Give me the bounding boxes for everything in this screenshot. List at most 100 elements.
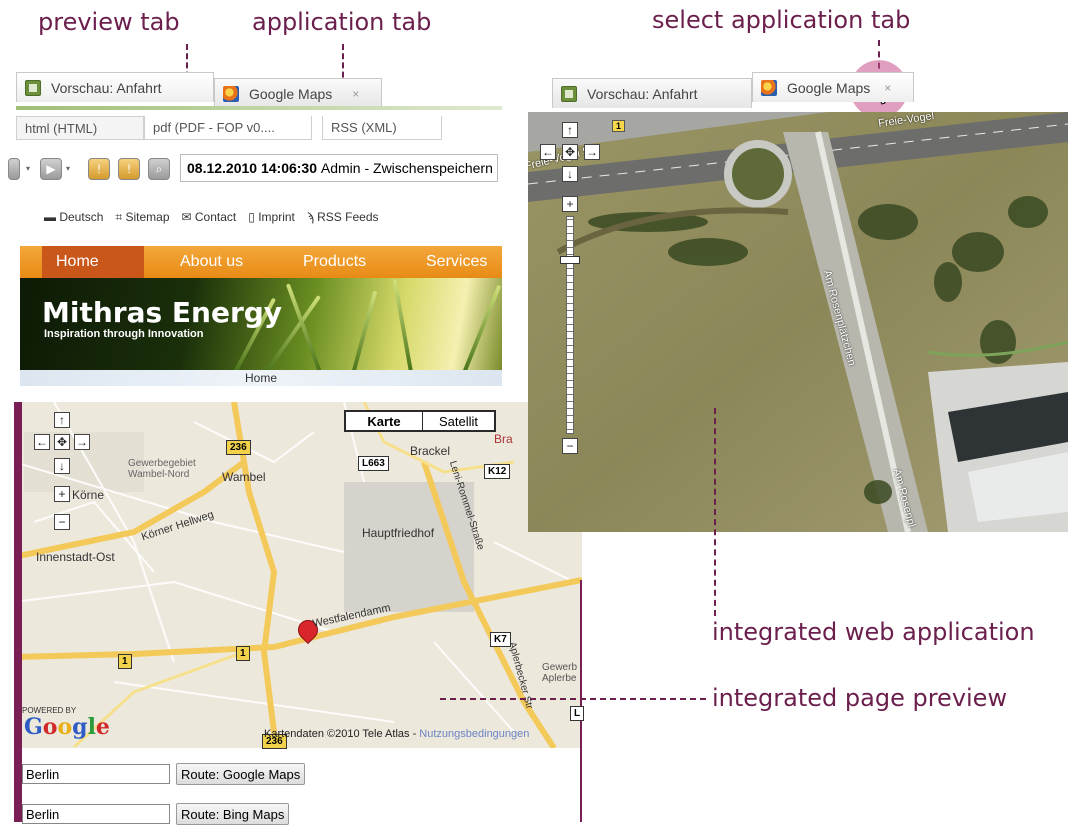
- imprint-icon: ▯: [248, 210, 259, 224]
- nav-contact[interactable]: ✉ Contact: [182, 210, 237, 225]
- map-label: Körne: [72, 488, 105, 502]
- menu-about-us[interactable]: About us: [180, 246, 243, 278]
- close-icon[interactable]: ×: [884, 81, 891, 95]
- dropdown-arrow-icon[interactable]: ▾: [26, 164, 30, 173]
- annotation-application-tab: application tab: [252, 8, 432, 36]
- route-shield: 1: [612, 120, 626, 132]
- tab-google-maps[interactable]: Google Maps ×: [214, 78, 382, 108]
- nav-rss[interactable]: ϡ RSS Feeds: [307, 210, 379, 225]
- tab-label: Vorschau: Anfahrt: [51, 79, 162, 96]
- pan-down-icon[interactable]: ↓: [54, 458, 70, 474]
- route-shield: 1: [236, 646, 250, 661]
- satellite-map[interactable]: 1 Freie-Vogel Am Rosenplätzchen Am Rosen…: [528, 112, 1068, 532]
- route-shield: K12: [484, 464, 511, 479]
- map-type-karte[interactable]: Karte: [344, 410, 424, 432]
- map-label: Gewerbegebiet Wambel-Nord: [128, 458, 196, 480]
- rss-icon: ϡ: [306, 210, 318, 224]
- zoom-slider-handle[interactable]: [560, 256, 580, 264]
- pointer-line-page-preview: [440, 698, 706, 700]
- tab-label: Google Maps: [249, 85, 333, 102]
- map-label: Bra: [494, 432, 513, 446]
- map-label: Brackel: [410, 444, 451, 458]
- pan-down-icon[interactable]: ↓: [562, 166, 578, 182]
- pan-left-icon[interactable]: ←: [34, 434, 50, 450]
- zoom-out-icon[interactable]: −: [562, 438, 578, 454]
- tab-underline: [16, 106, 502, 110]
- preview-frame-right: [580, 580, 582, 822]
- format-tab-pdf[interactable]: pdf (PDF - FOP v0....: [144, 116, 312, 140]
- status-text: Admin - Zwischenspeichern: [320, 160, 493, 176]
- status-field: 08.12.2010 14:06:30 Admin - Zwischenspei…: [180, 154, 498, 182]
- pan-right-icon[interactable]: →: [584, 144, 600, 160]
- route-google-maps-button[interactable]: Route: Google Maps: [176, 763, 306, 785]
- menu-home[interactable]: Home: [42, 246, 144, 278]
- breadcrumb: Home: [20, 370, 502, 386]
- satellite-imagery: [528, 112, 1068, 532]
- map-label: Innenstadt-Ost: [36, 550, 115, 564]
- map-label: Gewerb Aplerbe: [542, 662, 578, 684]
- annotation-integrated-page-preview: integrated page preview: [712, 684, 1008, 712]
- brand-title: Mithras Energy: [42, 296, 283, 329]
- search-icon[interactable]: ⌕: [148, 158, 170, 180]
- warning-doc-icon[interactable]: !: [118, 158, 140, 180]
- nav-deutsch[interactable]: ▬ Deutsch: [44, 210, 103, 225]
- map-roads: [14, 402, 582, 748]
- application-tab-bar: Vorschau: Anfahrt Google Maps ×: [552, 70, 1062, 110]
- nav-imprint[interactable]: ▯ Imprint: [248, 210, 295, 225]
- document-icon: [561, 85, 577, 102]
- preview-map[interactable]: [14, 402, 582, 748]
- status-datetime: 08.12.2010 14:06:30: [187, 160, 317, 176]
- pointer-line-web-application: [714, 408, 716, 616]
- toolbar-button[interactable]: [8, 158, 20, 180]
- flag-icon: ▬: [44, 210, 60, 224]
- pan-left-icon[interactable]: ←: [540, 144, 556, 160]
- terms-link[interactable]: Nutzungsbedingungen: [419, 728, 529, 740]
- close-icon[interactable]: ×: [352, 87, 359, 101]
- mail-icon: ✉: [181, 210, 195, 224]
- menu-products[interactable]: Products: [303, 246, 366, 278]
- zoom-out-icon[interactable]: −: [54, 514, 70, 530]
- annotation-integrated-web-application: integrated web application: [712, 618, 1035, 646]
- firefox-icon: [761, 79, 777, 96]
- route-shield: L: [570, 706, 585, 721]
- firefox-icon: [223, 85, 239, 102]
- preview-frame-left: [14, 402, 22, 822]
- route-origin-field-google[interactable]: [22, 764, 170, 784]
- nav-sitemap[interactable]: ⌗ Sitemap: [115, 210, 169, 225]
- annotation-preview-tab: preview tab: [38, 8, 180, 36]
- route-origin-field-bing[interactable]: [22, 804, 170, 824]
- annotation-select-application-tab: select application tab: [652, 6, 911, 34]
- zoom-slider-track[interactable]: [566, 216, 574, 434]
- map-label: Wambel: [222, 470, 266, 484]
- tab-google-maps[interactable]: Google Maps ×: [752, 72, 914, 102]
- dropdown-arrow-icon[interactable]: ▾: [66, 164, 70, 173]
- pan-right-icon[interactable]: →: [74, 434, 90, 450]
- main-menu: Home About us Products Services: [20, 246, 502, 278]
- map-copyright: Kartendaten ©2010 Tele Atlas - Nutzungsb…: [264, 728, 530, 740]
- pan-center-icon[interactable]: ✥: [54, 434, 70, 450]
- route-shield: 236: [226, 440, 251, 455]
- menu-services[interactable]: Services: [426, 246, 487, 278]
- format-tab-html[interactable]: html (HTML): [16, 116, 144, 140]
- preview-tab-bar: Vorschau: Anfahrt Google Maps ×: [16, 72, 502, 108]
- warning-doc-icon[interactable]: !: [88, 158, 110, 180]
- zoom-in-icon[interactable]: +: [562, 196, 578, 212]
- site-banner: Mithras Energy Inspiration through Innov…: [20, 278, 502, 370]
- route-shield: K7: [490, 632, 511, 647]
- format-tab-rss[interactable]: RSS (XML): [322, 116, 442, 140]
- tab-label: Google Maps: [787, 79, 871, 96]
- tab-vorschau-anfahrt[interactable]: Vorschau: Anfahrt: [552, 78, 752, 108]
- play-icon[interactable]: ▶: [40, 158, 62, 180]
- document-icon: [25, 79, 41, 96]
- google-logo[interactable]: Google: [24, 714, 110, 740]
- zoom-in-icon[interactable]: +: [54, 486, 70, 502]
- pan-up-icon[interactable]: ↑: [54, 412, 70, 428]
- pan-center-icon[interactable]: ✥: [562, 144, 578, 160]
- tab-label: Vorschau: Anfahrt: [587, 85, 698, 102]
- map-type-satellit[interactable]: Satellit: [422, 410, 496, 432]
- brand-tagline: Inspiration through Innovation: [44, 328, 204, 340]
- route-shield: L663: [358, 456, 389, 471]
- tab-vorschau-anfahrt[interactable]: Vorschau: Anfahrt: [16, 72, 214, 102]
- pan-up-icon[interactable]: ↑: [562, 122, 578, 138]
- preview-toolbar: ▾ ▶ ▾ ! ! ⌕ 08.12.2010 14:06:30 Admin - …: [8, 152, 502, 186]
